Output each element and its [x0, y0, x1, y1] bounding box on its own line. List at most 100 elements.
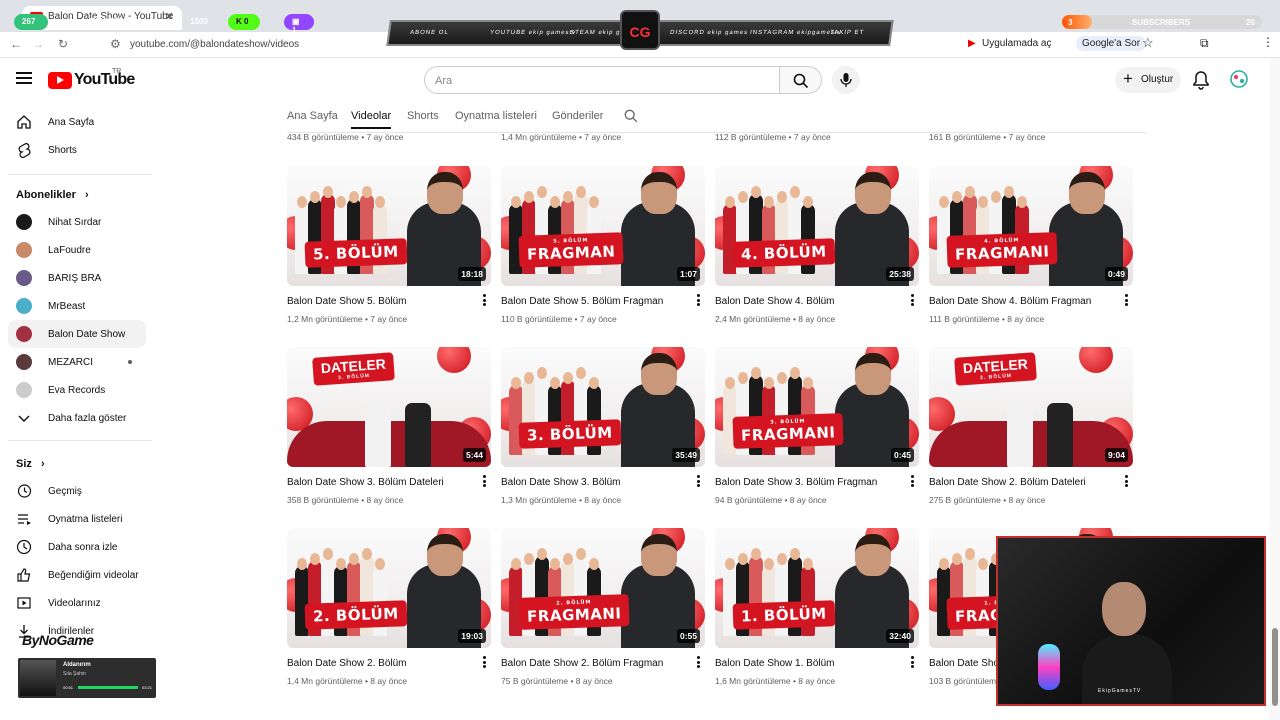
- video-duration: 0:45: [890, 448, 914, 462]
- video-thumbnail[interactable]: 3. BÖLÜM 35:49: [501, 347, 705, 467]
- create-button[interactable]: + Oluştur: [1115, 67, 1181, 93]
- person-head: [790, 186, 800, 198]
- url-field[interactable]: youtube.com/@balondateshow/videos: [130, 39, 299, 50]
- song-title: Aldanırım: [63, 662, 91, 668]
- video-title[interactable]: Balon Date Show 3. Bölüm Dateleri: [287, 477, 467, 488]
- ask-google-button[interactable]: Google'a Sor: [1076, 36, 1147, 51]
- video-card[interactable]: 4. BÖLÜM 25:38 Balon Date Show 4. Bölüm 2,4…: [715, 166, 919, 326]
- more-options-icon[interactable]: [1125, 475, 1129, 489]
- video-thumbnail[interactable]: 4. BÖLÜM FRAGMANI 0:49: [929, 166, 1133, 286]
- account-avatar-icon[interactable]: [1230, 70, 1248, 88]
- video-title[interactable]: Balon Date Show 3. Bölüm: [501, 477, 681, 488]
- voice-search-button[interactable]: [832, 66, 860, 94]
- person-head: [790, 548, 800, 560]
- person-head: [537, 367, 547, 379]
- person-head: [524, 553, 534, 565]
- browser-menu-icon[interactable]: ⋮: [1262, 35, 1274, 49]
- video-thumbnail[interactable]: 3. BÖLÜM FRAGMANI 0:45: [715, 347, 919, 467]
- sidebar-item-your-videos[interactable]: Videolarınız: [8, 589, 146, 617]
- sidebar-item-history[interactable]: Geçmiş: [8, 477, 146, 505]
- sidebar-item-watch-later[interactable]: Daha sonra izle: [8, 533, 146, 561]
- scrollbar-thumb[interactable]: [1272, 628, 1278, 706]
- more-options-icon[interactable]: [911, 475, 915, 489]
- tab-shorts[interactable]: Shorts: [407, 110, 439, 122]
- video-meta: 110 B görüntüleme • 7 ay önce: [501, 314, 617, 324]
- video-title[interactable]: Balon Date Show 5. Bölüm Fragman: [501, 296, 681, 307]
- subscribers-progress-fill: [1062, 15, 1092, 29]
- video-thumbnail[interactable]: 2. BÖLÜM 19:03: [287, 528, 491, 648]
- tab-videos[interactable]: Videolar: [351, 110, 392, 129]
- sidebar-subscription-active[interactable]: Balon Date Show: [8, 320, 146, 348]
- notifications-bell-icon[interactable]: [1192, 70, 1210, 90]
- site-info-icon[interactable]: ⚙: [110, 37, 121, 51]
- sidebar-item-liked-videos[interactable]: Beğendiğim videolar: [8, 561, 146, 589]
- host-head: [855, 353, 891, 395]
- video-title[interactable]: Balon Date Show 4. Bölüm: [715, 296, 895, 307]
- person-head: [297, 196, 307, 208]
- sidebar-subscription[interactable]: MrBeast: [8, 292, 146, 320]
- sidebar-subscription[interactable]: BARIŞ BRA: [8, 264, 146, 292]
- tab-posts[interactable]: Gönderiler: [552, 110, 603, 122]
- tab-home[interactable]: Ana Sayfa: [287, 110, 338, 122]
- video-card[interactable]: 5. BÖLÜM FRAGMAN 1:07 Balon Date Show 5. Bö…: [501, 166, 705, 326]
- page-scrollbar[interactable]: [1270, 58, 1280, 720]
- video-card[interactable]: DATELER 3. BÖLÜM 5:44 Balon Date Show 3. Bö…: [287, 347, 491, 507]
- subscriptions-heading[interactable]: Abonelikler ›: [16, 189, 89, 201]
- sidebar-subscription[interactable]: Nihat Sırdar: [8, 208, 146, 236]
- video-card[interactable]: 1. BÖLÜM 32:40 Balon Date Show 1. Bölüm 1,6…: [715, 528, 919, 688]
- search-button[interactable]: [780, 66, 822, 94]
- video-card[interactable]: 5. BÖLÜM 18:18 Balon Date Show 5. Bölüm 1,2…: [287, 166, 491, 326]
- you-heading[interactable]: Siz ›: [16, 458, 45, 470]
- video-title[interactable]: Balon Date Show 2. Bölüm Fragman: [501, 658, 681, 669]
- extensions-icon[interactable]: ⧉: [1200, 36, 1209, 51]
- channel-tabs: Ana Sayfa Videolar Shorts Oynatma listel…: [287, 102, 1147, 132]
- sidebar-subscription[interactable]: MEZARCI: [8, 348, 146, 376]
- channel-search-icon[interactable]: [624, 109, 638, 123]
- search-input[interactable]: Ara: [424, 66, 780, 94]
- video-title[interactable]: Balon Date Show 4. Bölüm Fragman: [929, 296, 1109, 307]
- video-card[interactable]: DATELER 2. BÖLÜM 9:04 Balon Date Show 2. Bö…: [929, 347, 1133, 507]
- video-card[interactable]: 4. BÖLÜM FRAGMANI 0:49 Balon Date Show 4. B…: [929, 166, 1133, 326]
- video-card[interactable]: 3. BÖLÜM 35:49 Balon Date Show 3. Bölüm 1,3…: [501, 347, 705, 507]
- back-icon[interactable]: ←: [10, 37, 22, 51]
- more-options-icon[interactable]: [483, 475, 487, 489]
- video-thumbnail[interactable]: DATELER 3. BÖLÜM 5:44: [287, 347, 491, 467]
- open-in-app-button[interactable]: Uygulamada aç: [982, 38, 1051, 49]
- video-card[interactable]: 2. BÖLÜM 19:03 Balon Date Show 2. Bölüm 1,4…: [287, 528, 491, 688]
- sidebar-subscription[interactable]: Eva Records: [8, 376, 146, 404]
- more-options-icon[interactable]: [697, 475, 701, 489]
- video-thumbnail[interactable]: 1. BÖLÜM 32:40: [715, 528, 919, 648]
- video-title[interactable]: Balon Date Show 2. Bölüm: [287, 658, 467, 669]
- forward-icon[interactable]: →: [32, 37, 44, 51]
- more-options-icon[interactable]: [483, 656, 487, 670]
- video-card[interactable]: 3. BÖLÜM FRAGMANI 0:45 Balon Date Show 3. B…: [715, 347, 919, 507]
- more-options-icon[interactable]: [697, 656, 701, 670]
- sidebar-item-shorts[interactable]: Shorts: [8, 136, 146, 164]
- video-thumbnail[interactable]: 5. BÖLÜM 18:18: [287, 166, 491, 286]
- video-card[interactable]: 2. BÖLÜM FRAGMANI 0:55 Balon Date Show 2. B…: [501, 528, 705, 688]
- followers-goal: 1500: [190, 17, 208, 26]
- video-thumbnail[interactable]: 5. BÖLÜM FRAGMAN 1:07: [501, 166, 705, 286]
- more-options-icon[interactable]: [911, 294, 915, 308]
- more-options-icon[interactable]: [697, 294, 701, 308]
- close-tab-icon[interactable]: ✕: [165, 10, 174, 23]
- thumbnail-title: 4. BÖLÜM FRAGMANI: [946, 232, 1058, 268]
- sidebar-item-playlists[interactable]: Oynatma listeleri: [8, 505, 146, 533]
- show-more-button[interactable]: Daha fazla göster: [8, 404, 146, 432]
- more-options-icon[interactable]: [483, 294, 487, 308]
- video-thumbnail[interactable]: 4. BÖLÜM 25:38: [715, 166, 919, 286]
- video-thumbnail[interactable]: 2. BÖLÜM FRAGMANI 0:55: [501, 528, 705, 648]
- more-options-icon[interactable]: [1125, 294, 1129, 308]
- reload-icon[interactable]: ↻: [58, 37, 68, 51]
- video-title[interactable]: Balon Date Show 1. Bölüm: [715, 658, 895, 669]
- video-thumbnail[interactable]: DATELER 2. BÖLÜM 9:04: [929, 347, 1133, 467]
- sidebar-subscription[interactable]: LaFoudre: [8, 236, 146, 264]
- more-options-icon[interactable]: [911, 656, 915, 670]
- video-title[interactable]: Balon Date Show 5. Bölüm: [287, 296, 467, 307]
- sidebar-item-home[interactable]: Ana Sayfa: [8, 108, 146, 136]
- bookmark-star-icon[interactable]: ☆: [1142, 35, 1154, 51]
- video-title[interactable]: Balon Date Show 3. Bölüm Fragman: [715, 477, 895, 488]
- video-title[interactable]: Balon Date Show 2. Bölüm Dateleri: [929, 477, 1109, 488]
- tab-playlists[interactable]: Oynatma listeleri: [455, 110, 537, 122]
- menu-icon[interactable]: [16, 72, 32, 84]
